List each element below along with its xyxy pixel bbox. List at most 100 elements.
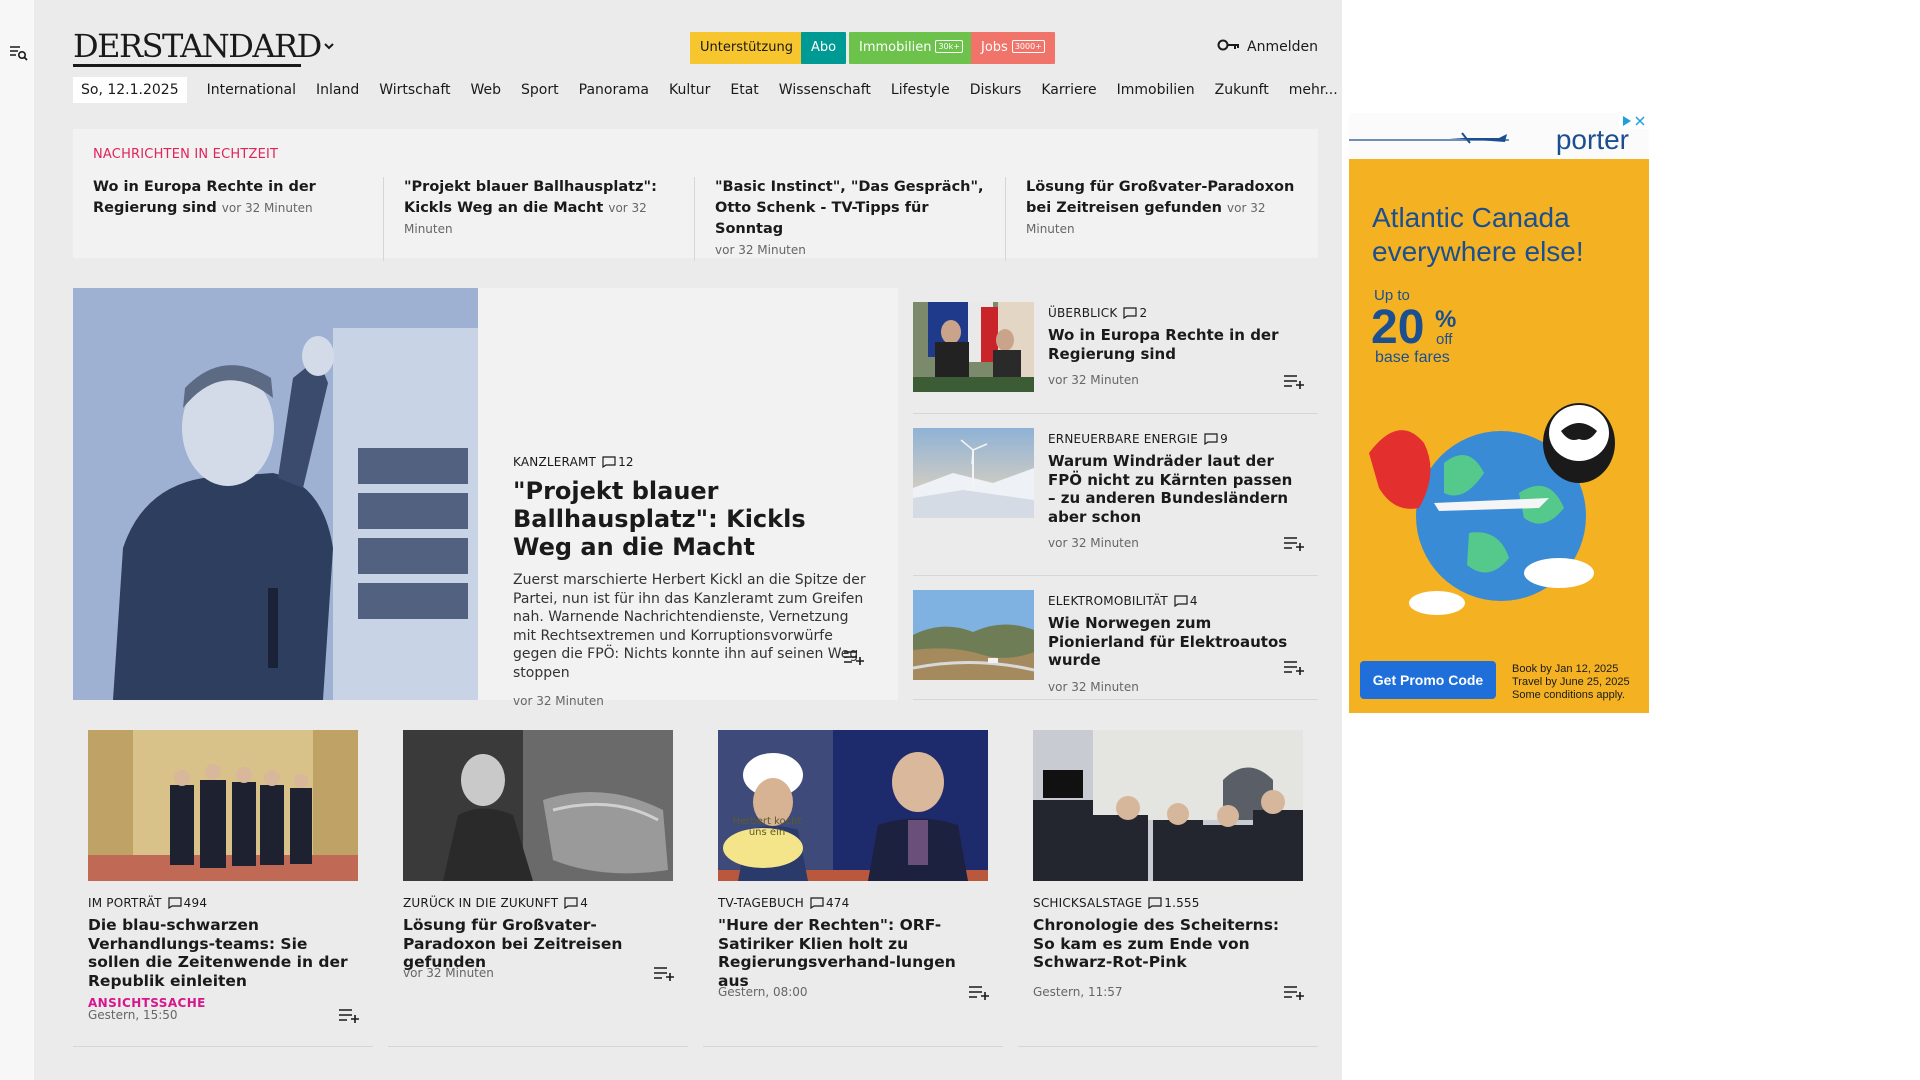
site-logo[interactable]: DERSTANDARD [73, 28, 322, 64]
side-story[interactable]: ELEKTROMOBILITÄT 4 Wie Norwegen zum Pioni… [912, 576, 1318, 700]
comments-number: 4 [1189, 594, 1198, 608]
story-headline[interactable]: Wo in Europa Rechte in der Regierung sin… [1048, 326, 1303, 363]
card-kicker-label: IM PORTRÄT [88, 896, 162, 910]
nav-item-lifestyle[interactable]: Lifestyle [881, 82, 960, 98]
nav-item-inland[interactable]: Inland [306, 82, 369, 98]
nav-item-diskurs[interactable]: Diskurs [960, 82, 1032, 98]
story-card[interactable]: IM PORTRÄT 494 Die blau-schwarzen Verhand… [73, 730, 373, 1047]
nav-item-web[interactable]: Web [461, 82, 512, 98]
comments-count[interactable]: 4 [1174, 594, 1198, 608]
story-card[interactable]: ZURÜCK IN DIE ZUKUNFT 4 Lösung für Großva… [388, 730, 688, 1047]
lead-kicker: KANZLERAMT 12 [513, 455, 873, 469]
nav-item-wissenschaft[interactable]: Wissenschaft [769, 82, 881, 98]
jobs-button[interactable]: Jobs 3000+ [971, 32, 1055, 64]
comment-icon [1123, 307, 1138, 319]
advertisement[interactable]: porter Atlantic Canada everywhere else! … [1349, 113, 1649, 713]
comments-count[interactable]: 12 [602, 455, 634, 469]
comments-number: 12 [618, 455, 634, 469]
ad-fineprint-line: Book by Jan 12, 2025 [1512, 663, 1619, 675]
card-headline-text: Die blau-schwarzen Verhandlungs-teams: S… [88, 916, 348, 990]
add-to-list-icon[interactable] [843, 650, 865, 666]
abo-button[interactable]: Abo [801, 32, 847, 64]
side-story[interactable]: ÜBERBLICK 2 Wo in Europa Rechte in der Re… [913, 288, 1318, 414]
story-headline[interactable]: Wie Norwegen zum Pionierland für Elektro… [1048, 614, 1303, 670]
story-headline[interactable]: Warum Windräder laut der FPÖ nicht zu Kä… [1048, 452, 1303, 526]
comments-count[interactable]: 474 [810, 896, 850, 910]
comments-count[interactable]: 494 [168, 896, 208, 910]
story-photo: Herbert kocht uns ein [718, 730, 988, 881]
current-date: So, 12.1.2025 [73, 77, 187, 103]
nav-item-karriere[interactable]: Karriere [1031, 82, 1106, 98]
nav-item-wirtschaft[interactable]: Wirtschaft [369, 82, 460, 98]
nav-item-international[interactable]: International [197, 82, 306, 98]
ad-percent: 20 [1371, 301, 1425, 354]
ticker-item[interactable]: "Basic Instinct", "Das Gespräch", Otto S… [695, 177, 1006, 261]
lead-timestamp: vor 32 Minuten [513, 694, 604, 708]
ad-percent-sign: % [1435, 306, 1457, 333]
nav-item-panorama[interactable]: Panorama [569, 82, 659, 98]
add-to-list-icon[interactable] [968, 985, 990, 1001]
chevron-down-icon[interactable] [321, 38, 337, 54]
logo-underline [73, 64, 301, 67]
card-timestamp: Gestern, 15:50 [88, 1008, 178, 1022]
card-headline[interactable]: "Hure der Rechten": ORF-Satiriker Klien … [718, 916, 988, 990]
login-button[interactable]: Anmelden [1217, 38, 1318, 56]
nav-item-etat[interactable]: Etat [720, 82, 768, 98]
comment-icon [1204, 433, 1218, 445]
mug-text: Herbert kocht uns ein [732, 816, 802, 838]
side-story[interactable]: ERNEUERBARE ENERGIE 9 Warum Windräder lau… [913, 414, 1318, 576]
support-button[interactable]: Unterstützung [690, 32, 803, 64]
add-to-list-icon[interactable] [1283, 985, 1305, 1001]
lead-story[interactable]: KANZLERAMT 12 "Projekt blauer Ballhauspla… [73, 288, 898, 708]
login-label: Anmelden [1247, 39, 1318, 55]
search-menu-icon[interactable] [9, 43, 29, 63]
card-headline[interactable]: Die blau-schwarzen Verhandlungs-teams: S… [88, 916, 358, 1013]
add-to-list-icon[interactable] [1283, 374, 1305, 390]
add-to-list-icon[interactable] [1283, 536, 1305, 552]
comment-icon [602, 456, 616, 468]
ticker-time: vor 32 Minuten [715, 243, 806, 257]
card-headline[interactable]: Chronologie des Scheiterns: So kam es zu… [1033, 916, 1303, 972]
site-header: DERSTANDARD Unterstützung Abo Immobilien… [73, 28, 1318, 68]
ad-fineprint-line: Some conditions apply. [1512, 689, 1625, 701]
add-to-list-icon[interactable] [653, 966, 675, 982]
ticker-time: vor 32 Minuten [221, 201, 313, 215]
nav-item-zukunft[interactable]: Zukunft [1205, 82, 1279, 98]
immobilien-label: Immobilien [859, 40, 932, 55]
ticker-item[interactable]: "Projekt blauer Ballhausplatz": Kickls W… [384, 177, 695, 261]
ad-cta-button[interactable]: Get Promo Code [1360, 661, 1496, 699]
key-icon [1217, 38, 1241, 56]
immobilien-button[interactable]: Immobilien 30k+ [849, 32, 973, 64]
add-to-list-icon[interactable] [338, 1008, 360, 1024]
nav-item-immobilien[interactable]: Immobilien [1107, 82, 1205, 98]
jobs-label: Jobs [981, 40, 1008, 55]
ad-base-fares: base fares [1375, 349, 1450, 366]
ticker-item[interactable]: Wo in Europa Rechte in der Regierung sin… [73, 177, 384, 261]
comment-icon [168, 897, 182, 909]
nav-item-more[interactable]: mehr... [1279, 82, 1348, 98]
lead-photo [73, 288, 478, 700]
side-stories: ÜBERBLICK 2 Wo in Europa Rechte in der Re… [912, 288, 1318, 700]
nav-item-kultur[interactable]: Kultur [659, 82, 720, 98]
story-card[interactable]: SCHICKSALSTAGE 1.555 Chronologie des Sche… [1018, 730, 1318, 1047]
card-headline[interactable]: Lösung für Großvater-Paradoxon bei Zeitr… [403, 916, 673, 972]
comments-count[interactable]: 9 [1204, 432, 1228, 446]
comments-count[interactable]: 1.555 [1148, 896, 1199, 910]
comments-count[interactable]: 2 [1123, 306, 1147, 320]
card-kicker-label: SCHICKSALSTAGE [1033, 896, 1143, 910]
story-photo [88, 730, 358, 881]
nav-item-sport[interactable]: Sport [511, 82, 569, 98]
story-kicker-label: ELEKTROMOBILITÄT [1048, 594, 1168, 608]
card-kicker-label: ZURÜCK IN DIE ZUKUNFT [403, 896, 559, 910]
comments-count[interactable]: 4 [564, 896, 588, 910]
lead-kicker-label: KANZLERAMT [513, 455, 597, 469]
left-toolbar [0, 0, 34, 1080]
comments-number: 4 [580, 896, 589, 910]
lead-headline[interactable]: "Projekt blauer Ballhausplatz": Kickls W… [513, 477, 873, 561]
story-card[interactable]: Herbert kocht uns ein TV-TAGEBUCH 474 "Hu… [703, 730, 1003, 1047]
add-to-list-icon[interactable] [1283, 660, 1305, 676]
ticker-item[interactable]: Lösung für Großvater-Paradoxon bei Zeitr… [1006, 177, 1317, 261]
card-kicker: ZURÜCK IN DIE ZUKUNFT 4 [403, 896, 588, 910]
comment-icon [1148, 897, 1162, 909]
comments-number: 474 [825, 896, 850, 910]
